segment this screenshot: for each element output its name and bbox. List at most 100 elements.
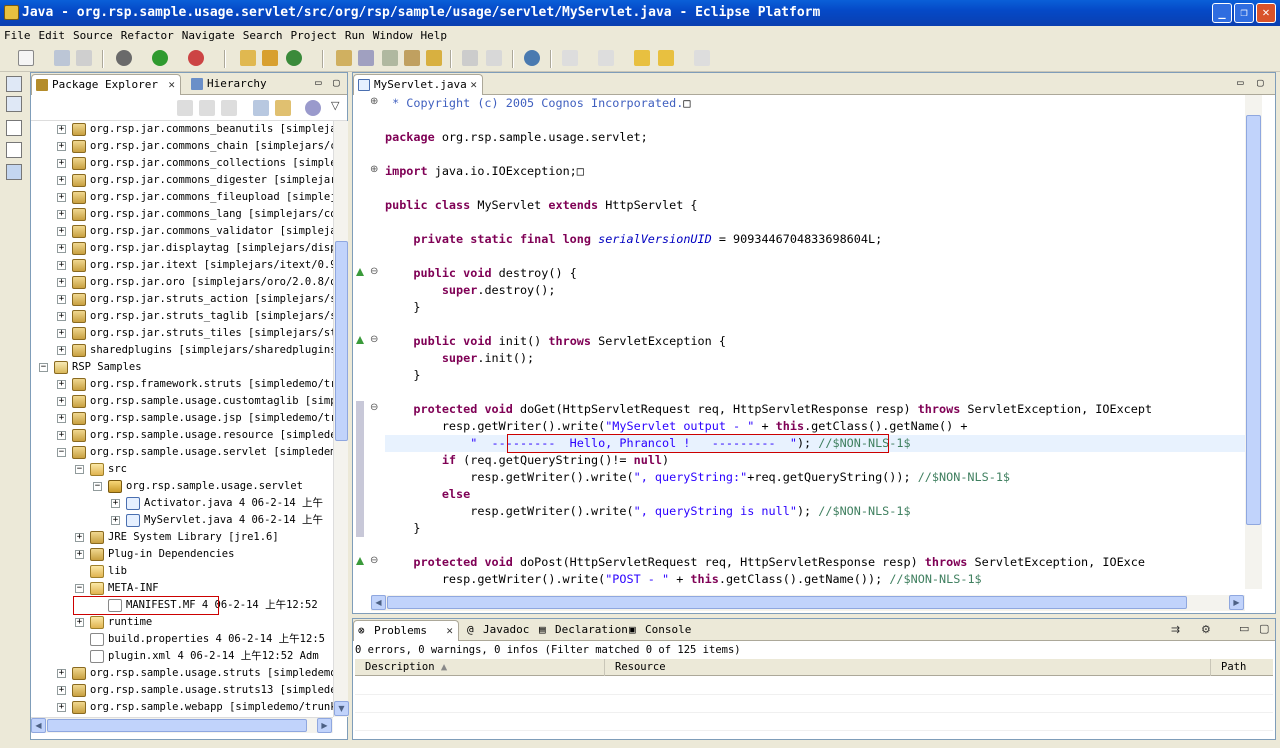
close-button[interactable]: ✕ (1256, 3, 1276, 23)
scroll-thumb[interactable] (335, 241, 348, 441)
override-marker-icon[interactable] (356, 557, 364, 565)
tree-item[interactable]: + org.rsp.jar.commons_fileupload [simplej (31, 189, 333, 206)
hierarchy-view-icon[interactable] (6, 76, 22, 92)
expand-icon[interactable]: + (57, 261, 66, 270)
expand-icon[interactable]: + (75, 533, 84, 542)
collapse-icon[interactable]: − (75, 465, 84, 474)
tree-item[interactable]: − META-INF (31, 580, 333, 597)
close-icon[interactable]: ✕ (446, 621, 453, 641)
scroll-thumb[interactable] (387, 596, 1187, 609)
menu-run[interactable]: Run (341, 26, 369, 46)
tree-item[interactable]: + org.rsp.sample.usage.jsp [simpledemo/tr… (31, 410, 333, 427)
expand-icon[interactable]: + (57, 295, 66, 304)
expand-icon[interactable]: + (57, 380, 66, 389)
web-browser-icon[interactable] (524, 50, 540, 66)
menu-navigate[interactable]: Navigate (178, 26, 239, 46)
editor-horizontal-scrollbar[interactable]: ◀ ▶ (371, 595, 1245, 611)
expand-icon[interactable]: + (57, 669, 66, 678)
open-type-icon[interactable] (336, 50, 352, 66)
tree-item[interactable]: + org.rsp.framework.struts [simpledemo/tr… (31, 376, 333, 393)
tree-item[interactable]: + org.rsp.jar.displaytag [simplejars/disp (31, 240, 333, 257)
expand-icon[interactable]: + (57, 125, 66, 134)
tree-item[interactable]: + org.rsp.jar.struts_taglib [simplejars/s… (31, 308, 333, 325)
expand-icon[interactable]: + (111, 499, 120, 508)
tree-vertical-scrollbar[interactable]: ▼ (333, 121, 349, 717)
override-marker-icon[interactable] (356, 336, 364, 344)
menu-refactor[interactable]: Refactor (117, 26, 178, 46)
tab-hierarchy[interactable]: Hierarchy (187, 74, 297, 95)
edit-icon[interactable] (426, 50, 442, 66)
new-java-project-icon[interactable] (240, 50, 256, 66)
collapse-fold-icon[interactable]: ⊖ (370, 266, 378, 277)
collapse-icon[interactable]: − (75, 584, 84, 593)
tree-item[interactable]: + org.rsp.sample.webapp [simpledemo/trunk… (31, 699, 333, 716)
tree-item[interactable]: + org.rsp.jar.struts_action [simplejars/s… (31, 291, 333, 308)
scroll-right-button[interactable]: ▶ (317, 718, 332, 733)
maximize-icon[interactable]: ▢ (1259, 622, 1269, 635)
scroll-thumb[interactable] (1246, 115, 1261, 525)
menu-edit[interactable]: Edit (35, 26, 70, 46)
tree-item[interactable]: + org.rsp.jar.commons_lang [simplejars/co… (31, 206, 333, 223)
tree-item[interactable]: + org.rsp.jar.commons_beanutils [simpleja… (31, 121, 333, 138)
tree-item[interactable]: + org.rsp.jar.commons_digester [simplejar… (31, 172, 333, 189)
tree-item[interactable]: − org.rsp.sample.usage.servlet (31, 478, 333, 495)
scroll-left-button[interactable]: ◀ (371, 595, 386, 610)
tree-horizontal-scrollbar[interactable]: ◀ ▶ (31, 717, 333, 733)
tab-problems[interactable]: ⊗ Problems ✕ (353, 620, 459, 641)
toggle-mark-icon[interactable] (404, 50, 420, 66)
tab-console[interactable]: ▣ Console (625, 620, 697, 641)
editor-vertical-scrollbar[interactable] (1245, 95, 1262, 589)
collapse-icon[interactable]: − (39, 363, 48, 372)
tab-javadoc[interactable]: @ Javadoc (463, 620, 533, 641)
scroll-thumb[interactable] (47, 719, 307, 732)
tree-item[interactable]: + org.rsp.jar.itext [simplejars/itext/0.9… (31, 257, 333, 274)
up-icon[interactable] (221, 100, 237, 116)
tree-item[interactable]: + Activator.java 4 06-2-14 上午 (31, 495, 333, 512)
menu-help[interactable]: Help (416, 26, 451, 46)
expand-icon[interactable]: + (111, 516, 120, 525)
back-icon[interactable] (658, 50, 674, 66)
forward-icon[interactable] (199, 100, 215, 116)
expand-icon[interactable]: + (57, 397, 66, 406)
tree-item[interactable]: − src (31, 461, 333, 478)
toggle-whitespace-icon[interactable] (462, 50, 478, 66)
expand-icon[interactable]: + (57, 193, 66, 202)
column-resource[interactable]: Resource (605, 659, 1211, 676)
collapse-fold-icon[interactable]: ⊖ (370, 402, 378, 413)
print-icon[interactable] (76, 50, 92, 66)
tree-item[interactable]: + org.rsp.jar.commons_chain [simplejars/c… (31, 138, 333, 155)
expand-icon[interactable]: + (57, 278, 66, 287)
tree-item[interactable]: lib (31, 563, 333, 580)
expand-icon[interactable]: + (57, 431, 66, 440)
menu-window[interactable]: Window (369, 26, 417, 46)
tree-item[interactable]: − RSP Samples (31, 359, 333, 376)
menu-file[interactable]: File (0, 26, 35, 46)
tree-item[interactable]: + org.rsp.sample.usage.struts13 [simplede… (31, 682, 333, 699)
scroll-down-button[interactable]: ▼ (334, 701, 349, 716)
link-with-editor-icon[interactable] (275, 100, 291, 116)
collapse-fold-icon[interactable]: ⊖ (370, 334, 378, 345)
new-class-icon[interactable] (286, 50, 302, 66)
collapse-icon[interactable]: − (57, 448, 66, 457)
collapse-fold-icon[interactable]: ⊖ (370, 555, 378, 566)
cvs-icon[interactable] (6, 142, 22, 158)
tree-item[interactable]: − org.rsp.sample.usage.servlet [simpledem… (31, 444, 333, 461)
tree-item[interactable]: + runtime (31, 614, 333, 631)
tree-item[interactable]: + org.rsp.jar.commons_collections [simple… (31, 155, 333, 172)
last-edit-icon[interactable] (634, 50, 650, 66)
expand-icon[interactable]: + (57, 312, 66, 321)
override-marker-icon[interactable] (356, 268, 364, 276)
tree-item[interactable]: + org.rsp.sample.usage.struts [simpledemo… (31, 665, 333, 682)
tree-item[interactable]: + org.rsp.sample.usage.customtaglib [simp (31, 393, 333, 410)
external-tools-icon[interactable] (188, 50, 204, 66)
expand-icon[interactable]: + (57, 346, 66, 355)
next-annotation-icon[interactable] (562, 50, 578, 66)
new-package-icon[interactable] (262, 50, 278, 66)
folding-ruler[interactable]: ⊕ ⊕ ⊖ ⊖ ⊖ ⊖ (367, 95, 385, 589)
expand-icon[interactable]: + (57, 414, 66, 423)
tree-item[interactable]: build.properties 4 06-2-14 上午12:5 (31, 631, 333, 648)
column-path[interactable]: Path (1211, 659, 1273, 676)
expand-icon[interactable]: + (57, 210, 66, 219)
tree-item[interactable]: + MyServlet.java 4 06-2-14 上午 (31, 512, 333, 529)
menu-source[interactable]: Source (69, 26, 117, 46)
